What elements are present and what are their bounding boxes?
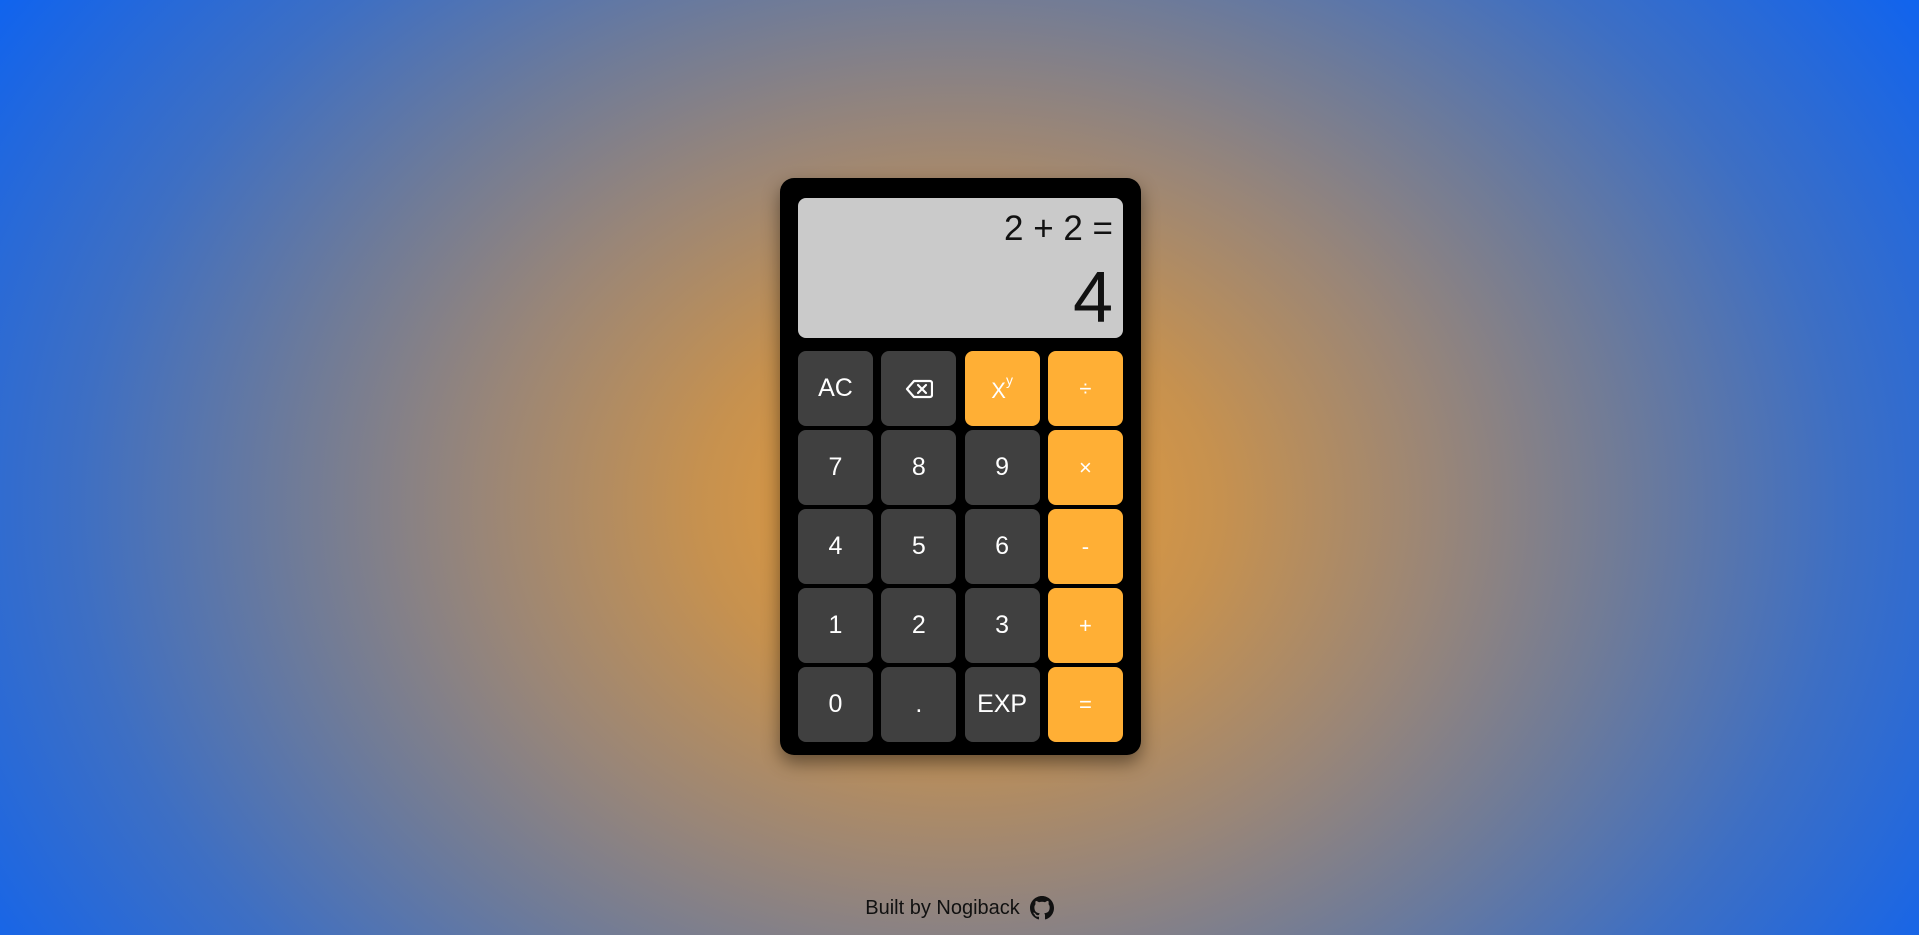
- footer: Built by Nogiback: [0, 896, 1919, 920]
- digit-5-label: 5: [911, 532, 926, 560]
- decimal-button[interactable]: .: [881, 667, 957, 742]
- digit-6-button[interactable]: 6: [964, 509, 1040, 584]
- result-display: 4: [1072, 258, 1113, 338]
- equals-button[interactable]: =: [1047, 667, 1123, 742]
- digit-3-button[interactable]: 3: [964, 588, 1040, 663]
- digit-7-button[interactable]: 7: [798, 430, 873, 505]
- calculator: 2 + 2 = 4 AC Xy ÷ 7 8 9 × 4 5 6 - 1 2 3 +0. EXP =: [780, 178, 1141, 755]
- equals-label: =: [1078, 691, 1092, 717]
- digit-0-label: 0: [828, 690, 843, 718]
- keypad: AC Xy ÷ 7 8 9 × 4 5 6 - 1 2 3 +0. EXP =: [798, 351, 1123, 742]
- digit-3-label: 3: [995, 611, 1010, 639]
- footer-credit: Built by Nogiback: [865, 896, 1020, 919]
- digit-6-label: 6: [995, 532, 1010, 560]
- all-clear-button[interactable]: AC: [798, 351, 873, 426]
- github-icon[interactable]: [1029, 896, 1054, 920]
- digit-8-label: 8: [911, 453, 926, 481]
- expression-display: 2 + 2 =: [1004, 209, 1113, 248]
- digit-0-button[interactable]: 0: [798, 667, 873, 742]
- multiply-label: ×: [1078, 454, 1092, 480]
- digit-8-button[interactable]: 8: [881, 430, 957, 505]
- digit-9-label: 9: [995, 453, 1010, 481]
- digit-7-label: 7: [828, 453, 843, 481]
- digit-1-label: 1: [828, 611, 843, 639]
- subtract-button[interactable]: -: [1047, 509, 1123, 584]
- add-button[interactable]: +: [1047, 588, 1123, 663]
- backspace-icon: [905, 379, 933, 399]
- exp-label: EXP: [977, 690, 1028, 718]
- digit-4-button[interactable]: 4: [798, 509, 873, 584]
- backspace-button[interactable]: [881, 351, 957, 426]
- divide-label: ÷: [1079, 375, 1092, 401]
- digit-5-button[interactable]: 5: [881, 509, 957, 584]
- decimal-label: .: [915, 690, 923, 718]
- all-clear-label: AC: [818, 374, 853, 402]
- power-base-label: X: [991, 377, 1006, 403]
- digit-4-label: 4: [828, 532, 843, 560]
- digit-1-button[interactable]: 1: [798, 588, 873, 663]
- add-label: +: [1078, 612, 1092, 638]
- digit-2-button[interactable]: 2: [881, 588, 957, 663]
- display: 2 + 2 = 4: [798, 198, 1123, 338]
- power-button[interactable]: Xy: [964, 351, 1040, 426]
- exp-button[interactable]: EXP: [964, 667, 1040, 742]
- power-exponent-label: y: [1005, 371, 1013, 388]
- multiply-button[interactable]: ×: [1047, 430, 1123, 505]
- subtract-label: -: [1081, 533, 1090, 559]
- digit-2-label: 2: [911, 611, 926, 639]
- divide-button[interactable]: ÷: [1047, 351, 1123, 426]
- digit-9-button[interactable]: 9: [964, 430, 1040, 505]
